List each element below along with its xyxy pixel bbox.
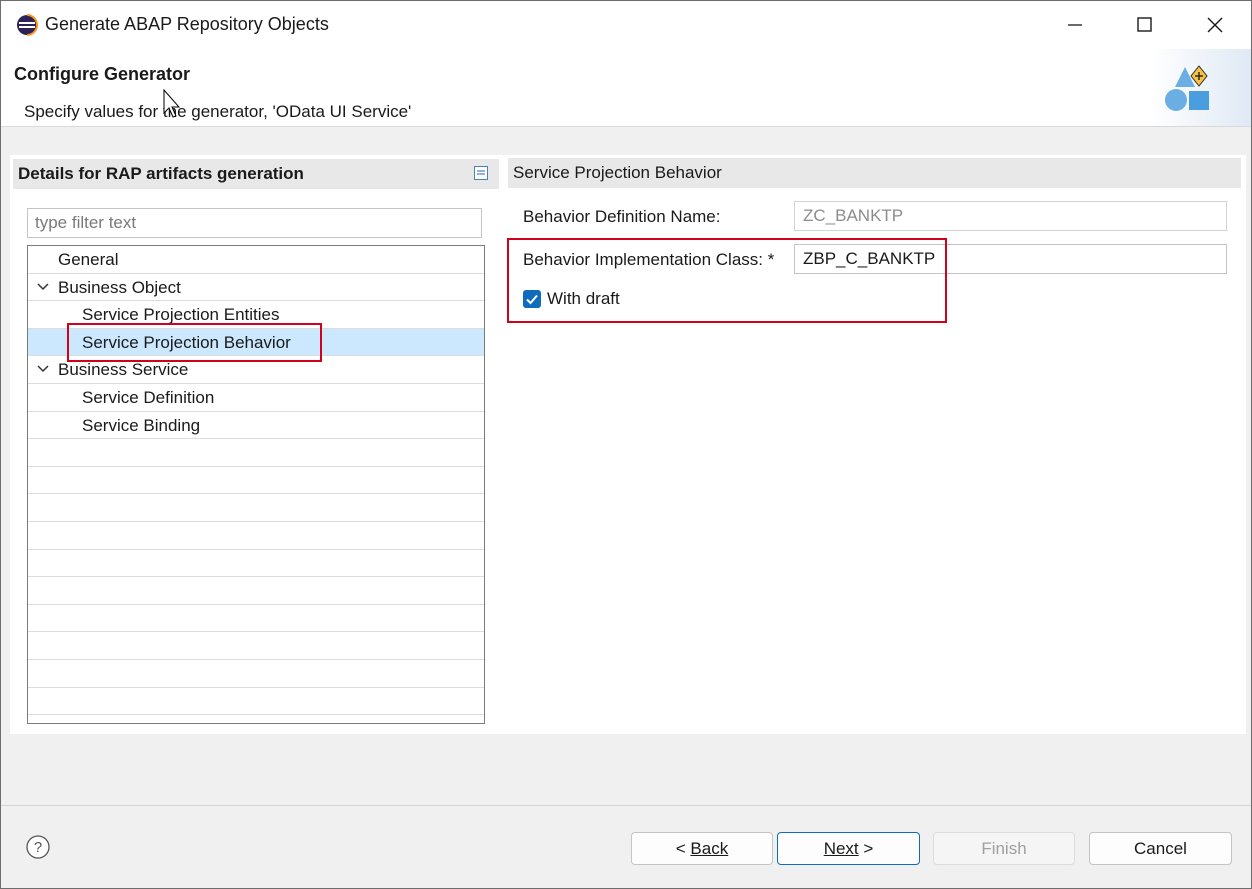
window-title: Generate ABAP Repository Objects	[45, 14, 329, 34]
with-draft-checkbox[interactable]	[523, 290, 541, 308]
footer-divider	[1, 805, 1251, 806]
details-panel-title: Details for RAP artifacts generation	[18, 164, 304, 183]
tree-empty-row	[28, 522, 484, 550]
filter-input[interactable]	[27, 208, 482, 238]
tree-empty-row	[28, 688, 484, 716]
tree-empty-row	[28, 550, 484, 578]
rap-artifacts-tree: General Business Object Service Projecti…	[27, 245, 485, 724]
page-title: Configure Generator	[14, 64, 191, 84]
section-header: Service Projection Behavior	[508, 158, 1241, 188]
tree-empty-row	[28, 605, 484, 633]
title-bar: Generate ABAP Repository Objects	[1, 1, 1251, 49]
minimize-icon	[1068, 24, 1082, 26]
behavior-definition-field	[794, 201, 1227, 231]
help-icon[interactable]: ?	[26, 835, 50, 859]
tree-item-business-service[interactable]: Business Service	[28, 356, 484, 384]
tree-empty-row	[28, 439, 484, 467]
mouse-cursor-icon	[163, 89, 181, 118]
close-icon	[1207, 17, 1223, 33]
eclipse-app-icon	[17, 14, 38, 36]
tree-empty-row	[28, 494, 484, 522]
tree-empty-row	[28, 660, 484, 688]
maximize-button[interactable]	[1110, 1, 1180, 49]
back-button-label: Back	[690, 838, 729, 858]
generator-shapes-icon	[1151, 49, 1251, 126]
collapse-all-icon[interactable]	[474, 166, 488, 180]
tree-item-general[interactable]: General	[28, 246, 484, 274]
cancel-button-label: Cancel	[1134, 838, 1187, 858]
page-description: Specify values for the generator, 'OData…	[24, 102, 412, 121]
finish-button[interactable]: Finish	[933, 832, 1075, 865]
next-button[interactable]: Next >	[777, 832, 920, 865]
tree-item-service-definition[interactable]: Service Definition	[28, 384, 484, 412]
wizard-banner: Configure Generator Specify values for t…	[1, 49, 1251, 127]
section-title: Service Projection Behavior	[513, 163, 722, 182]
tree-item-label: Service Projection Behavior	[82, 332, 291, 352]
back-button[interactable]: < Back	[631, 832, 773, 865]
dialog-window: Generate ABAP Repository Objects Configu…	[0, 0, 1252, 889]
close-button[interactable]	[1180, 1, 1250, 49]
maximize-icon	[1137, 17, 1152, 32]
minimize-button[interactable]	[1040, 1, 1110, 49]
checkmark-icon	[526, 294, 538, 305]
chevron-down-icon[interactable]	[36, 282, 50, 292]
details-panel-header: Details for RAP artifacts generation	[13, 159, 499, 189]
chevron-down-icon[interactable]	[36, 364, 50, 374]
implementation-class-field[interactable]	[794, 244, 1227, 274]
svg-text:?: ?	[34, 839, 42, 856]
tree-item-label: Business Object	[58, 277, 181, 297]
finish-button-label: Finish	[981, 838, 1027, 858]
tree-item-label: Service Binding	[82, 415, 201, 435]
tree-item-label: General	[58, 250, 119, 269]
tree-item-label: Business Service	[58, 360, 189, 380]
tree-item-service-binding[interactable]: Service Binding	[28, 412, 484, 440]
with-draft-label[interactable]: With draft	[547, 289, 620, 309]
tree-empty-row	[28, 467, 484, 495]
tree-empty-row	[28, 577, 484, 605]
tree-item-service-projection-behavior[interactable]: Service Projection Behavior	[28, 328, 484, 357]
tree-item-business-object[interactable]: Business Object	[28, 274, 484, 302]
tree-item-label: Service Projection Entities	[82, 305, 280, 325]
behavior-definition-label: Behavior Definition Name:	[523, 207, 721, 226]
next-button-label: Next	[823, 838, 859, 858]
tree-item-service-projection-entities[interactable]: Service Projection Entities	[28, 301, 484, 329]
tree-item-label: Service Definition	[82, 388, 215, 407]
implementation-class-label: Behavior Implementation Class: *	[523, 250, 775, 269]
cancel-button[interactable]: Cancel	[1089, 832, 1232, 865]
tree-empty-row	[28, 632, 484, 660]
